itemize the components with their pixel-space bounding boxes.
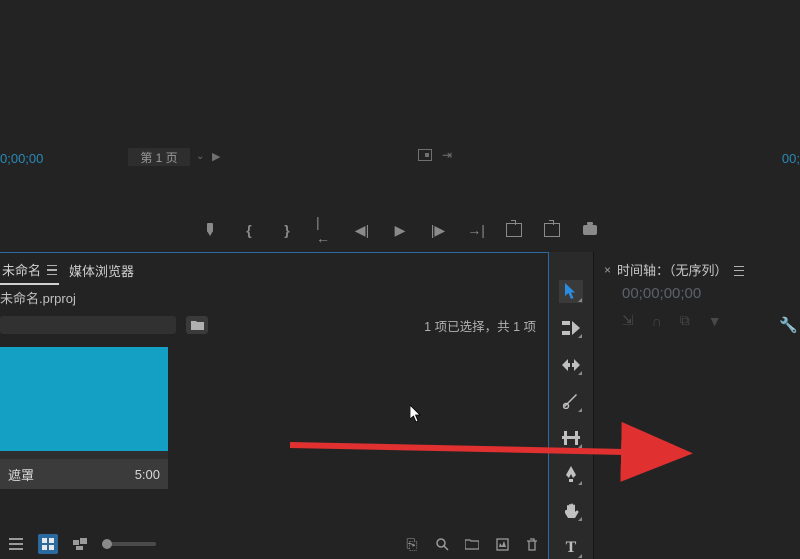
panel-menu-icon[interactable] — [47, 265, 57, 275]
timeline-tab-label[interactable]: 时间轴：（无序列） — [617, 260, 728, 279]
timeline-timecode[interactable]: 00;00;00;00 — [594, 285, 800, 302]
project-filename: 未命名.prproj — [0, 285, 548, 313]
list-view-button[interactable] — [8, 536, 24, 552]
new-bin-button[interactable] — [464, 536, 480, 552]
slip-tool[interactable] — [559, 427, 583, 450]
transport-controls: { } |← ◀| ▶ |▶ →| — [0, 218, 800, 242]
timeline-panel: × 时间轴：（无序列） 00;00;00;00 ⇲ ∩ ⧉ ▼ 🔧 — [594, 252, 800, 559]
extract-button[interactable] — [544, 222, 560, 238]
selection-tool[interactable] — [559, 280, 583, 303]
project-panel: 未命名 媒体浏览器 未命名.prproj 1 项已选择，共 1 项 遮罩 5:0… — [0, 252, 549, 559]
mark-in-button[interactable]: { — [240, 222, 256, 238]
project-bottom-bar: ⎘ — [0, 529, 548, 559]
export-frame-button[interactable] — [582, 222, 598, 238]
snap-icon[interactable]: ∩ — [652, 313, 662, 329]
page-dropdown[interactable]: 第 1 页 — [128, 148, 190, 166]
panel-tabs: 未命名 媒体浏览器 — [0, 255, 548, 285]
search-input[interactable] — [0, 316, 176, 334]
monitor-mini-icons: ⇥ — [418, 148, 452, 162]
linked-selection-icon[interactable]: ⧉ — [680, 312, 690, 329]
clip-duration: 5:00 — [135, 467, 160, 482]
play-button[interactable]: ▶ — [392, 222, 408, 238]
type-tool[interactable]: T — [559, 536, 583, 559]
go-to-in-button[interactable]: |← — [316, 222, 332, 238]
find-button[interactable] — [434, 536, 450, 552]
mark-out-button[interactable]: } — [278, 222, 294, 238]
selection-status: 1 项已选择，共 1 项 — [424, 316, 536, 335]
clip-name: 遮罩 — [8, 465, 34, 484]
mouse-cursor-icon — [410, 405, 424, 423]
find-button[interactable] — [186, 316, 208, 334]
add-marker-button[interactable] — [202, 222, 218, 238]
track-select-tool[interactable] — [559, 317, 583, 340]
tab-media-browser[interactable]: 媒体浏览器 — [67, 257, 136, 284]
monitor-timecode-left[interactable]: 0;00;00 — [0, 151, 43, 166]
freeform-view-button[interactable] — [72, 536, 88, 552]
step-back-button[interactable]: ◀| — [354, 222, 370, 238]
tools-panel: T — [549, 252, 594, 559]
icon-view-button[interactable] — [38, 534, 58, 554]
program-monitor-area: 0;00;00 第 1 页 ⌄ ▶ 00; ⇥ { } |← ◀| ▶ |▶ →… — [0, 0, 800, 252]
step-forward-button[interactable]: |▶ — [430, 222, 446, 238]
hand-tool[interactable] — [559, 500, 583, 523]
delete-button[interactable] — [524, 536, 540, 552]
slip-icon — [562, 431, 580, 445]
project-bin-canvas[interactable]: 遮罩 5:00 — [0, 347, 548, 529]
automate-to-sequence-button[interactable]: ⎘ — [404, 536, 420, 552]
insert-overwrite-icon[interactable]: ⇲ — [622, 312, 634, 329]
go-to-out-button[interactable]: →| — [468, 222, 484, 238]
panel-menu-icon[interactable] — [734, 266, 744, 276]
tab-project[interactable]: 未命名 — [0, 256, 59, 285]
clip-thumbnail[interactable]: 遮罩 5:00 — [0, 347, 168, 495]
safe-margins-icon[interactable] — [418, 149, 432, 161]
zoom-slider[interactable] — [102, 542, 156, 546]
marker-icon[interactable]: ▼ — [708, 313, 722, 329]
monitor-timecode-right[interactable]: 00; — [782, 151, 800, 166]
ripple-edit-tool[interactable] — [559, 353, 583, 376]
timeline-header-icons: ⇲ ∩ ⧉ ▼ — [594, 312, 800, 329]
new-item-button[interactable] — [494, 536, 510, 552]
pen-tool[interactable] — [559, 463, 583, 486]
folder-search-icon — [191, 320, 204, 331]
settings-icon[interactable]: 🔧 — [779, 316, 798, 334]
clip-preview-image — [0, 347, 168, 451]
chevron-down-icon[interactable]: ⌄ — [196, 151, 204, 162]
snap-icon[interactable]: ⇥ — [442, 148, 452, 162]
razor-tool[interactable] — [559, 390, 583, 413]
lift-button[interactable] — [506, 222, 522, 238]
clip-label-color — [0, 451, 168, 459]
close-icon[interactable]: × — [604, 263, 611, 277]
play-small-icon[interactable]: ▶ — [212, 150, 220, 163]
